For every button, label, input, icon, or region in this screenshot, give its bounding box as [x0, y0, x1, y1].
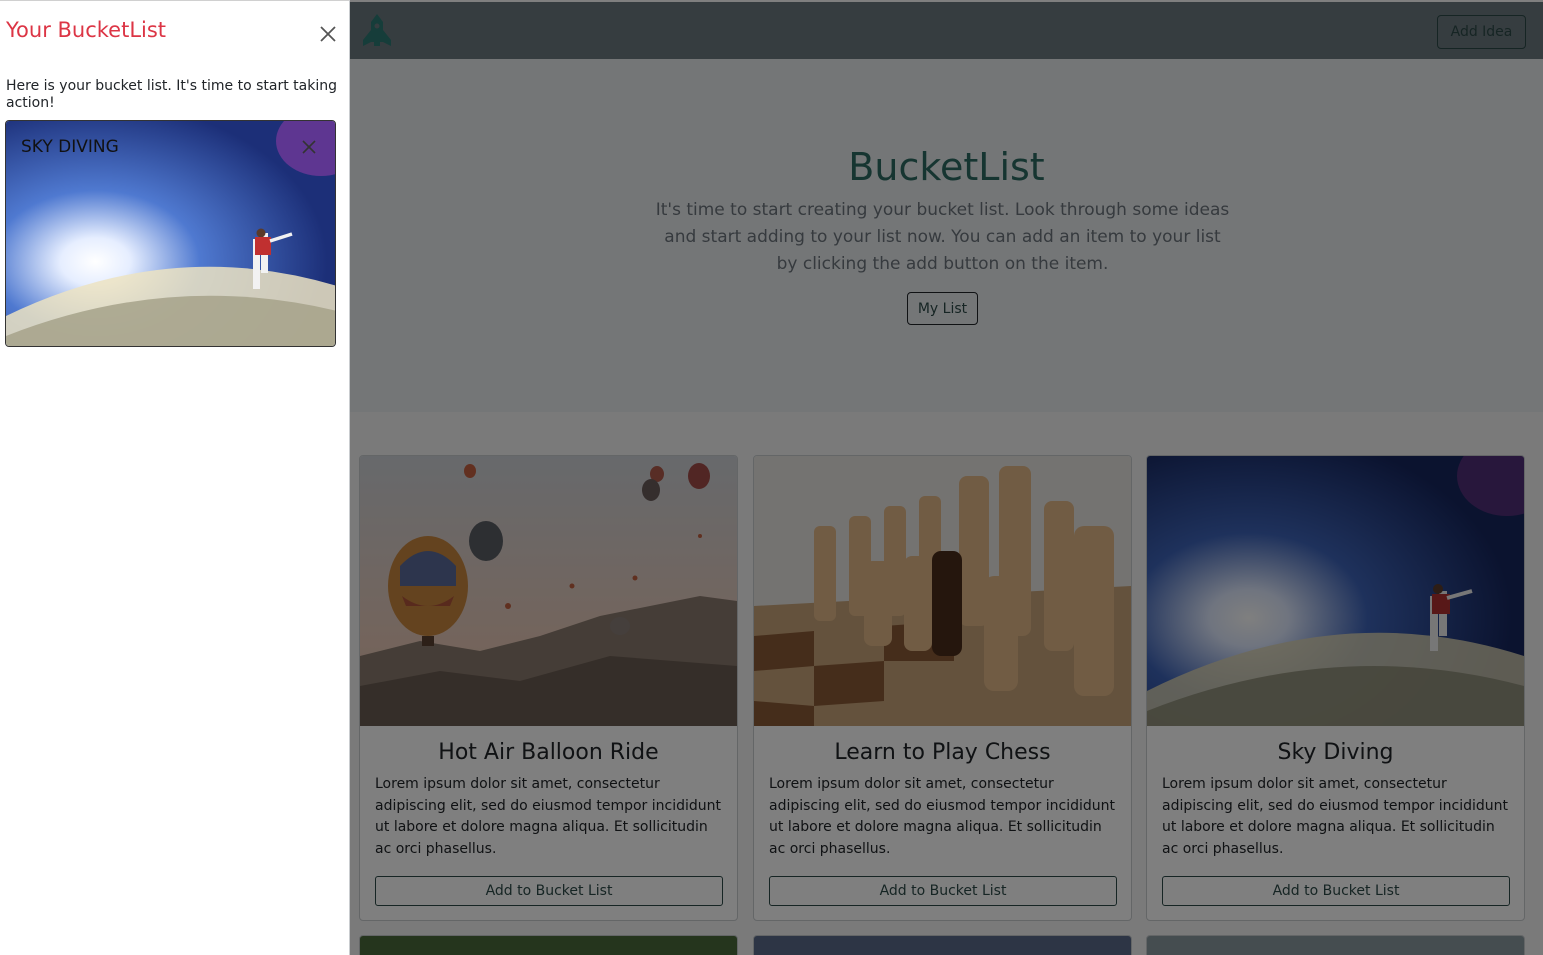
offcanvas-backdrop[interactable]: [350, 0, 1543, 955]
bucket-list-offcanvas: Your BucketList Here is your bucket list…: [0, 0, 350, 955]
close-icon[interactable]: [317, 23, 339, 45]
offcanvas-description: Here is your bucket list. It's time to s…: [6, 78, 337, 111]
bucket-list-item: SKY DIVING: [5, 120, 336, 347]
remove-item-icon[interactable]: [300, 138, 318, 156]
bucket-list-item-title: SKY DIVING: [21, 137, 119, 157]
offcanvas-title: Your BucketList: [6, 18, 167, 42]
